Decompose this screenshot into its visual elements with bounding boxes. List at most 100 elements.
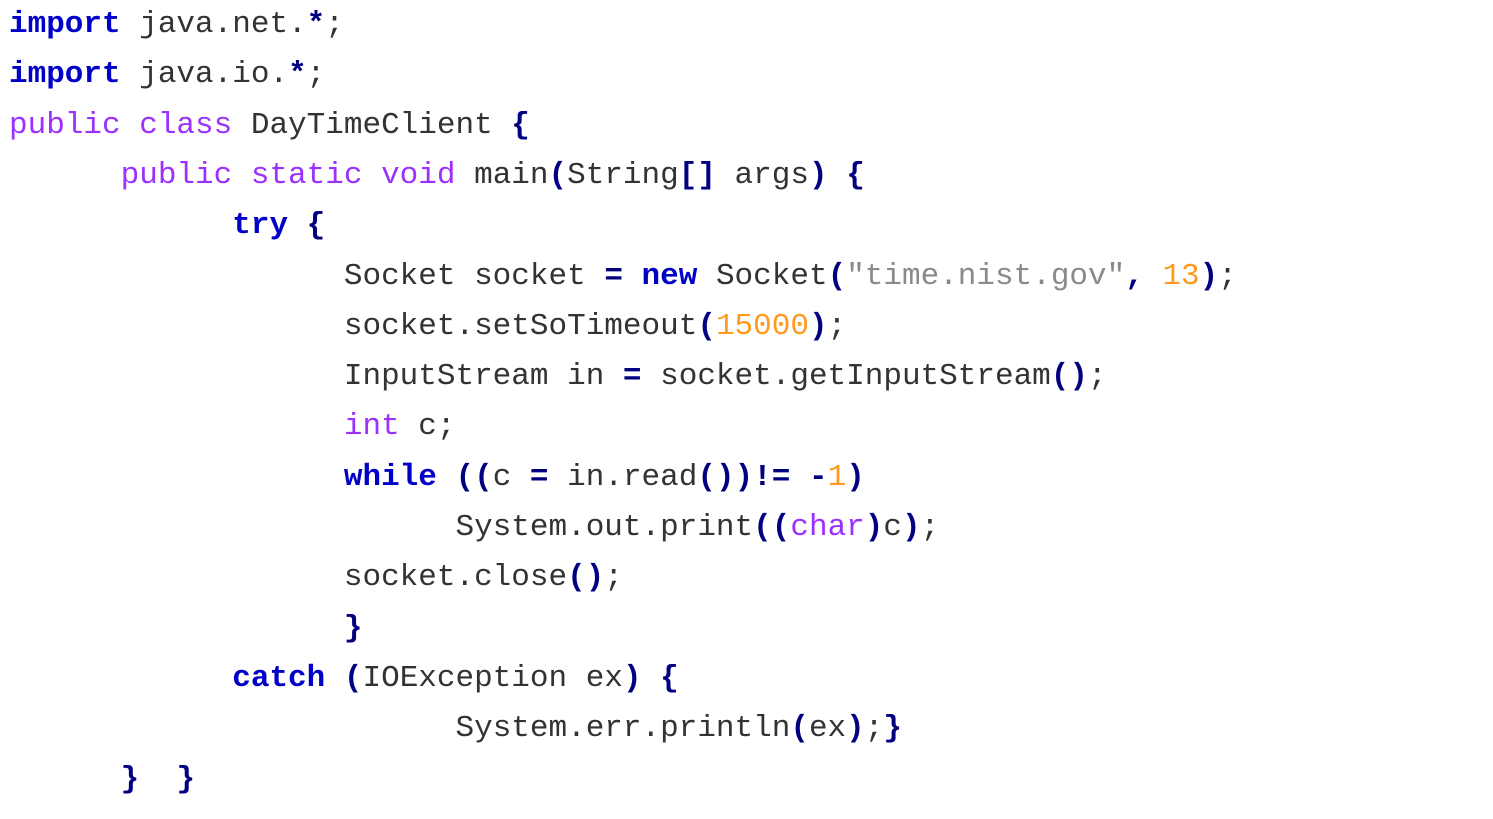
code-operator: ())!= <box>697 459 791 495</box>
code-line: import java.net.*; <box>9 0 344 50</box>
code-operator: { <box>306 208 326 244</box>
code-operator: ) <box>622 660 642 696</box>
code-text: c <box>492 459 530 495</box>
code-text: socket.getInputStream <box>641 359 1051 395</box>
code-operator: = <box>604 258 623 294</box>
code-operator: , <box>1125 258 1144 294</box>
code-text: String <box>567 157 679 193</box>
code-text: System.out.print <box>455 510 754 545</box>
code-operator: { <box>511 107 530 143</box>
code-keyword: new <box>641 258 698 294</box>
code-operator: * <box>288 57 307 93</box>
code-text: socket.setSoTimeout <box>343 308 698 344</box>
code-line: public class DayTimeClient { <box>9 101 530 151</box>
code-operator: * <box>306 7 326 42</box>
code-operator: } <box>176 761 196 797</box>
code-text: ; <box>306 57 326 93</box>
code-operator: () <box>1050 359 1089 395</box>
code-operator: ) <box>1199 258 1219 294</box>
code-string: "time.nist.gov" <box>846 258 1126 294</box>
code-text: ; <box>1088 359 1107 395</box>
code-keyword: catch <box>232 660 326 696</box>
code-line: } } <box>9 755 195 805</box>
code-line: try { <box>9 201 325 251</box>
code-text: c; <box>399 409 456 445</box>
code-line: int c; <box>9 402 456 452</box>
code-line: } <box>9 604 363 654</box>
code-line: System.out.print((char)c); <box>9 503 939 553</box>
code-modifier: public static void <box>120 157 456 193</box>
code-text: main <box>455 157 549 193</box>
code-operator: (( <box>753 510 791 545</box>
code-operator: } <box>120 761 140 797</box>
code-operator: = <box>529 459 549 495</box>
code-view: import java.net.*; import java.io.*; publi… <box>0 0 1493 819</box>
code-line: catch (IOException ex) { <box>9 654 679 704</box>
code-line: System.err.println(ex);} <box>9 704 902 754</box>
code-text: ex <box>808 711 847 747</box>
code-text: Socket <box>697 258 828 294</box>
code-operator: ( <box>343 660 363 696</box>
code-number: 15000 <box>715 308 809 344</box>
code-operator: ( <box>790 711 809 747</box>
code-operator: ( <box>697 308 716 344</box>
code-line: socket.setSoTimeout(15000); <box>9 302 846 352</box>
code-text: ; <box>827 308 847 344</box>
code-operator: ) <box>902 510 921 545</box>
code-text: ; <box>325 7 344 42</box>
code-operator: - <box>808 459 828 495</box>
code-line: while ((c = in.read())!= -1) <box>9 453 865 503</box>
code-modifier: char <box>790 510 865 545</box>
code-keyword: while <box>343 459 437 495</box>
code-line: Socket socket = new Socket("time.nist.go… <box>9 252 1237 302</box>
code-text: java.net. <box>120 7 307 42</box>
code-text: DayTimeClient <box>232 107 512 143</box>
code-operator: = <box>622 359 642 395</box>
code-number: 13 <box>1162 258 1200 294</box>
code-text: Socket socket <box>343 258 605 294</box>
code-text: System.err.println <box>455 711 791 747</box>
code-text: java.io. <box>120 57 289 93</box>
code-operator: [] <box>678 157 716 193</box>
code-text: ; <box>920 510 940 545</box>
code-keyword: try <box>232 208 289 244</box>
code-operator: ) <box>808 157 828 193</box>
code-modifier: public class <box>9 107 233 143</box>
code-operator: ) <box>808 308 828 344</box>
code-text: ; <box>864 711 884 747</box>
code-text: InputStream in <box>343 359 623 395</box>
code-text: ; <box>1218 258 1237 294</box>
code-operator: ) <box>846 711 865 747</box>
code-line: socket.close(); <box>9 553 623 603</box>
code-text: ; <box>604 560 623 596</box>
code-operator: } <box>883 711 902 747</box>
code-text: c <box>883 510 902 545</box>
code-operator: ) <box>846 459 865 495</box>
code-line: public static void main(String[] args) { <box>9 151 865 201</box>
code-line: import java.io.*; <box>9 50 325 100</box>
code-operator: ( <box>548 157 568 193</box>
code-text: args <box>715 157 809 193</box>
code-operator: ) <box>864 510 884 545</box>
code-text: in.read <box>548 459 698 495</box>
code-operator: () <box>567 560 605 596</box>
code-keyword: import <box>9 7 121 42</box>
